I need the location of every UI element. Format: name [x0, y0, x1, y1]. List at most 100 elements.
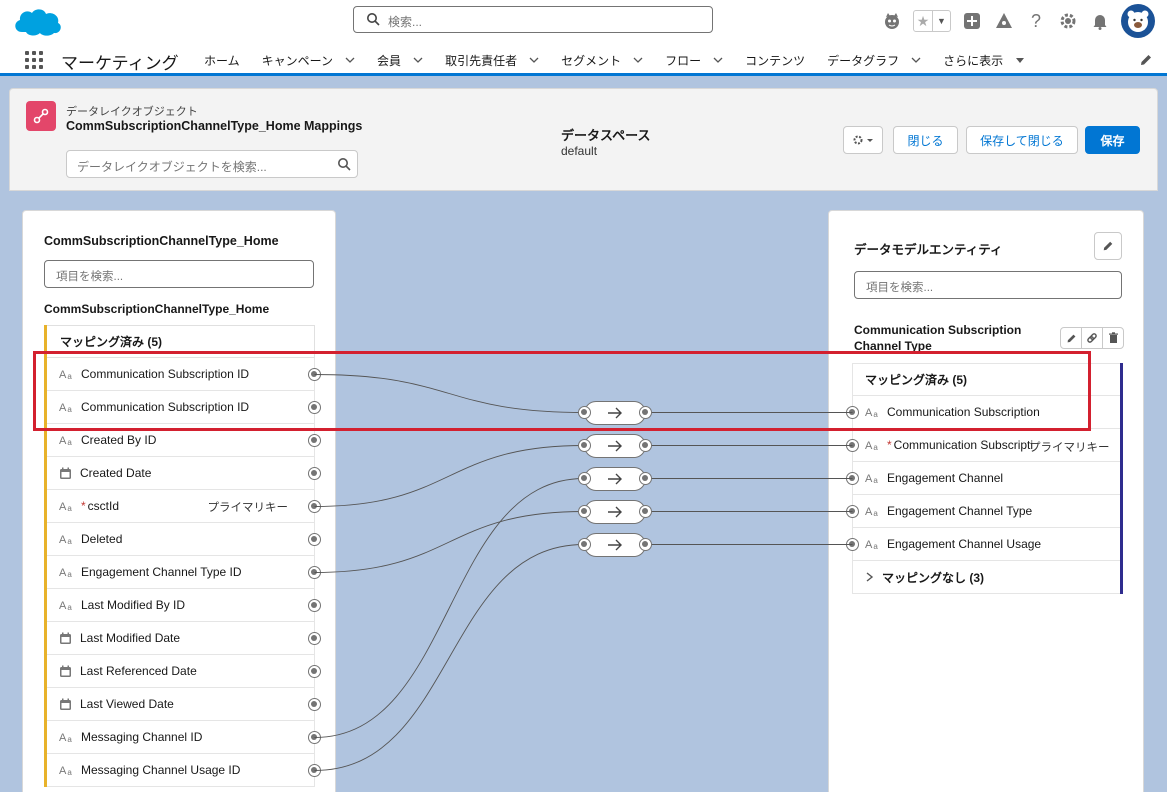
transform-output-port[interactable] — [639, 471, 652, 485]
transform-output-port[interactable] — [639, 504, 652, 518]
source-field-row[interactable]: Aa Communication Subscription ID — [47, 358, 321, 391]
transform-input-port[interactable] — [578, 405, 591, 419]
edit-entity-button[interactable] — [1094, 232, 1122, 260]
setup-assistant-icon[interactable] — [993, 10, 1015, 32]
transform-node[interactable] — [578, 400, 652, 425]
target-field-row[interactable]: Aa Engagement Channel Type — [846, 495, 1120, 528]
source-connector-port[interactable] — [308, 632, 321, 645]
save-and-close-button[interactable]: 保存して閉じる — [966, 126, 1078, 154]
source-connector-port[interactable] — [308, 599, 321, 612]
help-icon[interactable]: ? — [1025, 10, 1047, 32]
text-type-icon: Aa — [59, 732, 72, 744]
nav-item[interactable]: さらに表示 — [932, 44, 1036, 76]
target-mapped-section-header[interactable]: マッピング済み (5) — [852, 363, 1120, 396]
source-field-row[interactable]: Aa Communication Subscription ID — [47, 391, 321, 424]
chevron-down-icon[interactable] — [345, 55, 355, 65]
transform-output-port[interactable] — [639, 438, 652, 452]
source-field-row[interactable]: Last Modified Date — [47, 622, 321, 655]
star-icon[interactable]: ★ — [914, 11, 932, 31]
source-connector-port[interactable] — [308, 500, 321, 513]
source-field-row[interactable]: Created Date — [47, 457, 321, 490]
chevron-down-icon[interactable] — [1015, 55, 1025, 65]
mapped-section-header[interactable]: マッピング済み (5) — [47, 325, 315, 358]
source-connector-port[interactable] — [308, 368, 321, 381]
chevron-down-icon[interactable] — [529, 55, 539, 65]
transform-input-port[interactable] — [578, 471, 591, 485]
salesforce-logo-icon[interactable] — [12, 4, 64, 40]
nav-item[interactable]: フロー — [654, 44, 734, 76]
delete-entity-button[interactable] — [1102, 327, 1124, 349]
favorites-button[interactable]: ★ ▼ — [913, 10, 951, 32]
source-field-row[interactable]: Aa Created By ID — [47, 424, 321, 457]
target-field-row[interactable]: Aa Engagement Channel Usage — [846, 528, 1120, 561]
target-field-row[interactable]: Aa Communication Subscription — [846, 396, 1120, 429]
target-connector-port[interactable] — [846, 472, 859, 485]
source-connector-port[interactable] — [308, 764, 321, 777]
source-field-list: マッピング済み (5) Aa Communication Subscription… — [44, 325, 321, 787]
target-connector-port[interactable] — [846, 439, 859, 452]
source-connector-port[interactable] — [308, 566, 321, 579]
save-button[interactable]: 保存 — [1085, 126, 1140, 154]
entity-name: Communication Subscription Channel Type — [854, 323, 1022, 352]
app-launcher-icon[interactable] — [25, 51, 43, 69]
global-create-icon[interactable] — [961, 10, 983, 32]
source-field-label: Last Referenced Date — [80, 664, 197, 678]
target-connector-port[interactable] — [846, 538, 859, 551]
nav-item[interactable]: セグメント — [550, 44, 654, 76]
source-field-row[interactable]: Aa Deleted — [47, 523, 321, 556]
transform-output-port[interactable] — [639, 405, 652, 419]
favorites-dropdown-icon[interactable]: ▼ — [932, 11, 950, 31]
source-connector-port[interactable] — [308, 434, 321, 447]
dataspace-label: データスペース — [561, 128, 651, 143]
target-field-search-input[interactable]: 項目を検索... — [854, 271, 1122, 299]
transform-input-port[interactable] — [578, 537, 591, 551]
source-connector-port[interactable] — [308, 533, 321, 546]
source-connector-port[interactable] — [308, 401, 321, 414]
nav-item[interactable]: コンテンツ — [734, 44, 816, 76]
nav-item[interactable]: キャンペーン — [251, 44, 366, 76]
edit-nav-pencil-icon[interactable] — [1139, 53, 1153, 67]
source-field-search-input[interactable]: 項目を検索... — [44, 260, 314, 288]
transform-output-port[interactable] — [639, 537, 652, 551]
target-field-row[interactable]: Aa * Communication Subscripti プライマリキー — [846, 429, 1120, 462]
transform-node[interactable] — [578, 532, 652, 557]
nav-item[interactable]: データグラフ — [816, 44, 932, 76]
source-field-row[interactable]: Last Referenced Date — [47, 655, 321, 688]
source-field-row[interactable]: Aa Messaging Channel Usage ID — [47, 754, 321, 787]
source-connector-port[interactable] — [308, 467, 321, 480]
trailhead-icon[interactable] — [881, 10, 903, 32]
global-search-input[interactable]: 検索... — [353, 6, 713, 33]
close-button[interactable]: 閉じる — [893, 126, 958, 154]
source-field-row[interactable]: Last Viewed Date — [47, 688, 321, 721]
source-field-row[interactable]: Aa Engagement Channel Type ID — [47, 556, 321, 589]
target-field-row[interactable]: Aa Engagement Channel — [846, 462, 1120, 495]
bell-icon[interactable] — [1089, 10, 1111, 32]
link-entity-button[interactable] — [1081, 327, 1103, 349]
nav-item[interactable]: 会員 — [366, 44, 434, 76]
source-field-row[interactable]: Aa Messaging Channel ID — [47, 721, 321, 754]
settings-menu-button[interactable] — [843, 126, 883, 154]
avatar[interactable] — [1121, 4, 1155, 38]
gear-icon[interactable] — [1057, 10, 1079, 32]
source-field-row[interactable]: Aa Last Modified By ID — [47, 589, 321, 622]
source-connector-port[interactable] — [308, 665, 321, 678]
target-connector-port[interactable] — [846, 505, 859, 518]
source-connector-port[interactable] — [308, 731, 321, 744]
transform-input-port[interactable] — [578, 438, 591, 452]
chevron-down-icon[interactable] — [713, 55, 723, 65]
unmapped-section-toggle[interactable]: マッピングなし (3) — [852, 561, 1120, 594]
chevron-down-icon[interactable] — [633, 55, 643, 65]
transform-node[interactable] — [578, 433, 652, 458]
transform-node[interactable] — [578, 466, 652, 491]
transform-node[interactable] — [578, 499, 652, 524]
edit-entity-mapping-button[interactable] — [1060, 327, 1082, 349]
target-connector-port[interactable] — [846, 406, 859, 419]
object-search-input[interactable]: データレイクオブジェクトを検索... — [66, 150, 358, 178]
chevron-down-icon[interactable] — [911, 55, 921, 65]
transform-input-port[interactable] — [578, 504, 591, 518]
nav-item[interactable]: 取引先責任者 — [434, 44, 550, 76]
chevron-down-icon[interactable] — [413, 55, 423, 65]
nav-item[interactable]: ホーム — [193, 44, 251, 76]
source-field-row[interactable]: Aa * csctId プライマリキー — [47, 490, 321, 523]
source-connector-port[interactable] — [308, 698, 321, 711]
